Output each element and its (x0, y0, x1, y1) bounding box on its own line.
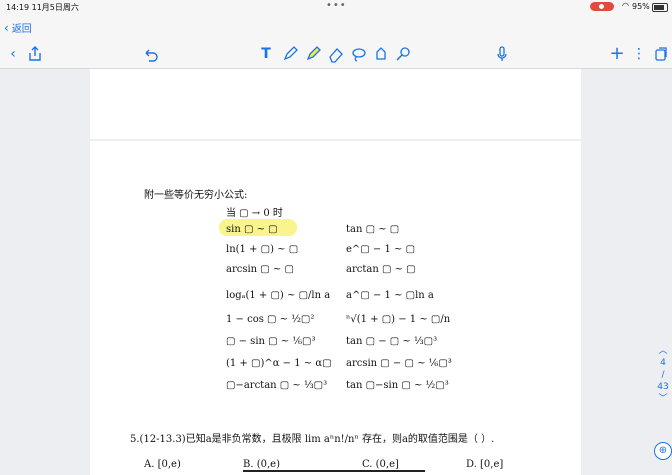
status-bar: 14:19 11月5日周六 ••• ◠ 95% (0, 0, 672, 14)
more-icon[interactable]: ⋮ (630, 45, 648, 63)
laser-pointer-icon[interactable] (394, 45, 412, 63)
document-area[interactable] (0, 69, 672, 475)
undo-icon[interactable] (142, 45, 160, 63)
page-3 (90, 69, 581, 139)
battery-percent: 95% (632, 2, 650, 11)
formula-left-3: arcsin ▢ ~ ▢ (226, 264, 294, 275)
formula-right-3: arctan ▢ ~ ▢ (346, 264, 416, 275)
battery-icon (652, 3, 668, 12)
back-button[interactable]: ‹ 返回 (4, 20, 32, 35)
option-a: A. [0,e) (144, 459, 181, 470)
formula-right-7: arcsin ▢ − ▢ ~ ⅙▢³ (346, 358, 452, 369)
pen-icon[interactable] (281, 45, 299, 63)
chevron-left-icon[interactable]: ‹ (4, 45, 22, 63)
wifi-icon: ◠ (622, 1, 629, 10)
shapes-icon[interactable] (372, 45, 390, 63)
question-text: 5.(12-13.3)已知a是非负常数，且极限 lim aⁿn!/nⁿ 存在，则… (130, 434, 495, 445)
formula-left-5: 1 − cos ▢ ~ ½▢² (226, 314, 315, 325)
chevron-down-icon[interactable]: ﹀ (654, 393, 672, 405)
formula-right-2: e^▢ − 1 ~ ▢ (346, 244, 416, 255)
formula-left-4: logₐ(1 + ▢) ~ ▢/ln a (226, 290, 331, 301)
nav-bar: ‹ 返回 (0, 14, 672, 40)
text-tool-icon[interactable]: T (257, 45, 275, 63)
pen-underline (243, 470, 425, 472)
highlighter-icon[interactable] (304, 45, 322, 63)
pages-icon[interactable] (652, 45, 670, 63)
formula-left-1: sin ▢ ~ ▢ (226, 224, 278, 235)
chevron-left-icon: ‹ (4, 21, 9, 35)
current-page: 4 (660, 358, 666, 368)
formula-right-6: tan ▢ − ▢ ~ ⅓▢³ (346, 336, 438, 347)
formula-right-8: tan ▢−sin ▢ ~ ½▢³ (346, 380, 449, 391)
formula-heading: 附一些等价无穷小公式: (144, 190, 248, 201)
formula-left-2: ln(1 + ▢) ~ ▢ (226, 244, 299, 255)
back-label: 返回 (11, 24, 32, 35)
toolbar: ‹ T + ⋮ (0, 40, 672, 69)
formula-left-7: (1 + ▢)^α − 1 ~ α▢ (226, 358, 332, 369)
screen-record-icon[interactable] (590, 2, 614, 11)
eraser-icon[interactable] (327, 45, 345, 63)
formula-left-8: ▢−arctan ▢ ~ ⅓▢³ (226, 380, 328, 391)
page-separator: / (661, 370, 665, 380)
condition-text: 当 ▢ → 0 时 (226, 208, 283, 219)
total-pages: 43 (657, 382, 669, 392)
formula-right-5: ⁿ√(1 + ▢) − 1 ~ ▢/n (346, 314, 451, 325)
zoom-icon[interactable]: ⊕ (654, 442, 672, 460)
option-c: C. (0,e] (362, 459, 399, 470)
formula-right-4: a^▢ − 1 ~ ▢ln a (346, 290, 434, 301)
share-icon[interactable] (26, 45, 44, 63)
formula-left-6: ▢ − sin ▢ ~ ⅙▢³ (226, 336, 316, 347)
option-b: B. (0,e) (243, 459, 280, 470)
option-d: D. [0,e] (466, 459, 504, 470)
chevron-up-icon[interactable]: ︿ (654, 345, 672, 357)
add-icon[interactable]: + (608, 45, 626, 63)
status-time: 14:19 11月5日周六 (6, 3, 79, 12)
microphone-icon[interactable] (493, 45, 511, 63)
formula-right-1: tan ▢ ~ ▢ (346, 224, 400, 235)
page-indicator[interactable]: ︿ 4 / 43 ﹀ (654, 345, 672, 417)
multitask-dots-icon[interactable]: ••• (326, 0, 347, 11)
lasso-icon[interactable] (350, 45, 368, 63)
